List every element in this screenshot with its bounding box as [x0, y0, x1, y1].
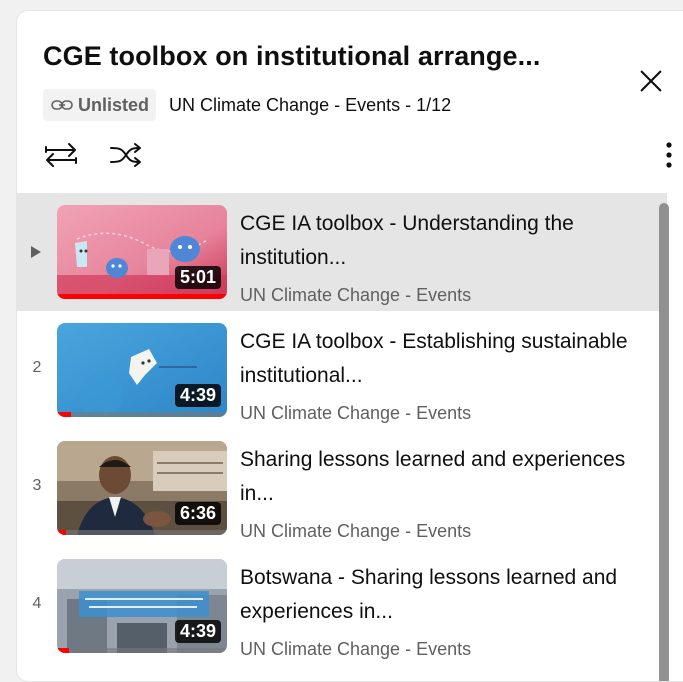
playlist-controls — [39, 135, 683, 175]
more-vertical-icon — [666, 142, 672, 168]
video-info: CGE IA toolbox - Establishing sustainabl… — [240, 325, 660, 424]
shuffle-icon — [110, 143, 141, 167]
shuffle-button[interactable] — [105, 135, 149, 175]
repeat-icon — [45, 143, 77, 167]
repeat-button[interactable] — [39, 135, 83, 175]
video-title[interactable]: Botswana - Sharing lessons learned and e… — [240, 561, 660, 629]
channel-name[interactable]: UN Climate Change - Events — [240, 403, 660, 424]
playlist-item-3[interactable]: 3 6:36 Sharing lessons learned and exper… — [17, 429, 667, 547]
channel-name[interactable]: UN Climate Change - Events — [240, 521, 660, 542]
duration-badge: 4:39 — [174, 620, 221, 643]
watch-progress-fill — [57, 530, 66, 535]
close-button[interactable] — [631, 61, 671, 101]
channel-name[interactable]: UN Climate Change - Events — [240, 639, 660, 660]
video-title[interactable]: Sharing lessons learned and experiences … — [240, 443, 660, 511]
playlist-item-4[interactable]: 4 4:39 Botswana - Sharing lessons learne… — [17, 547, 667, 665]
playlist-items: 5:01 CGE IA toolbox - Understanding the … — [17, 193, 667, 681]
watch-progress-fill — [57, 294, 227, 299]
watch-progress-fill — [57, 648, 69, 653]
video-thumbnail[interactable]: 4:39 — [57, 559, 227, 653]
video-thumbnail[interactable]: 6:36 — [57, 441, 227, 535]
video-title[interactable]: CGE IA toolbox - Understanding the insti… — [240, 207, 660, 275]
duration-badge: 4:39 — [174, 384, 221, 407]
playlist-item-2[interactable]: 2 4:39 CGE IA toolbox - Establishing sus… — [17, 311, 667, 429]
playlist-title[interactable]: CGE toolbox on institutional arrange... — [43, 41, 613, 72]
item-index: 3 — [32, 477, 42, 494]
playlist-header: CGE toolbox on institutional arrange... … — [17, 11, 683, 191]
watch-progress-track — [57, 648, 227, 653]
video-info: CGE IA toolbox - Understanding the insti… — [240, 207, 660, 306]
duration-badge: 5:01 — [174, 266, 221, 289]
watch-progress-track — [57, 412, 227, 417]
watch-progress-fill — [57, 412, 71, 417]
scrollbar-thumb[interactable] — [659, 203, 669, 681]
video-title[interactable]: CGE IA toolbox - Establishing sustainabl… — [240, 325, 660, 393]
watch-progress-track — [57, 530, 227, 535]
close-icon — [640, 70, 662, 92]
unlisted-badge: Unlisted — [43, 89, 157, 121]
video-info: Sharing lessons learned and experiences … — [240, 443, 660, 542]
more-options-button[interactable] — [647, 135, 683, 175]
duration-badge: 6:36 — [174, 502, 221, 525]
video-info: Botswana - Sharing lessons learned and e… — [240, 561, 660, 660]
playlist-channel-count[interactable]: UN Climate Change - Events - 1/12 — [169, 95, 451, 116]
play-indicator-icon — [31, 246, 41, 258]
item-index: 2 — [32, 359, 42, 376]
channel-name[interactable]: UN Climate Change - Events — [240, 285, 660, 306]
link-icon — [51, 100, 73, 110]
video-thumbnail[interactable]: 5:01 — [57, 205, 227, 299]
watch-progress-track — [57, 294, 227, 299]
item-index: 4 — [32, 595, 42, 612]
video-thumbnail[interactable]: 4:39 — [57, 323, 227, 417]
badge-label: Unlisted — [78, 94, 150, 115]
playlist-meta: Unlisted UN Climate Change - Events - 1/… — [43, 89, 451, 121]
playlist-item-1[interactable]: 5:01 CGE IA toolbox - Understanding the … — [17, 193, 667, 311]
playlist-panel: CGE toolbox on institutional arrange... … — [16, 10, 683, 682]
